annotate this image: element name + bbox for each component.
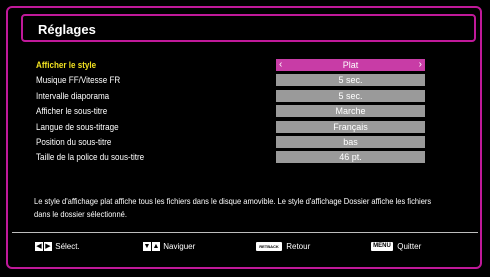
footer-navigate-label: Naviguer [163,242,196,251]
chevron-left-icon[interactable]: ‹ [279,59,282,71]
page-title: Réglages [38,22,96,37]
help-text: Le style d'affichage plat affiche tous l… [34,197,432,219]
footer-select-label: Sélect. [55,242,80,251]
setting-value[interactable]: 5 sec. [276,74,425,87]
arrow-down-icon: ▼ [143,242,151,252]
setting-row-subtitle-language[interactable]: Langue de sous-titrage Français [36,120,436,135]
setting-value-selector[interactable]: ‹ Plat › [276,59,425,71]
footer-back-label: Retour [286,242,311,251]
setting-label: Afficher le sous-titre [36,106,108,118]
setting-value: Plat [342,60,359,70]
setting-row-slideshow-interval[interactable]: Intervalle diaporama 5 sec. [36,89,436,104]
setting-label: Langue de sous-titrage [36,121,119,133]
footer-legend: ◀ ▶ Sélect. ▼ ▲ Naviguer RETBACK Retour ME… [0,240,490,256]
setting-label: Taille de la police du sous-titre [36,152,145,164]
chevron-right-icon[interactable]: › [419,59,422,71]
setting-row-display-style[interactable]: Afficher le style ‹ Plat › [36,58,436,73]
setting-label: Afficher le style [36,60,97,71]
setting-label: Intervalle diaporama [36,90,110,102]
setting-row-ff-speed[interactable]: Musique FF/Vitesse FR 5 sec. [36,73,436,88]
footer-select: ◀ ▶ Sélect. [35,240,80,254]
setting-value[interactable]: 5 sec. [276,89,425,102]
footer-menu-label: Quitter [397,242,422,251]
arrow-right-icon: ▶ [44,242,52,252]
arrow-up-icon: ▲ [152,242,160,252]
setting-row-subtitle-font-size[interactable]: Taille de la police du sous-titre 46 pt. [36,150,436,165]
setting-value[interactable]: 46 pt. [276,151,425,164]
setting-label: Position du sous-titre [36,136,112,148]
setting-value[interactable]: Marche [276,105,425,118]
setting-row-show-subtitle[interactable]: Afficher le sous-titre Marche [36,104,436,119]
menu-key-icon: MENU [371,242,393,252]
setting-label: Musique FF/Vitesse FR [36,75,121,87]
footer-navigate: ▼ ▲ Naviguer [143,240,195,254]
arrow-left-icon: ◀ [35,242,43,252]
divider [12,232,478,233]
setting-row-subtitle-position[interactable]: Position du sous-titre bas [36,135,436,150]
footer-menu: MENU Quitter [371,240,421,254]
setting-value[interactable]: bas [276,135,425,148]
setting-value[interactable]: Français [276,120,425,133]
footer-back: RETBACK Retour [256,240,310,254]
return-key-icon: RETBACK [256,242,282,252]
settings-list: Afficher le style ‹ Plat › Musique FF/Vi… [36,58,436,166]
